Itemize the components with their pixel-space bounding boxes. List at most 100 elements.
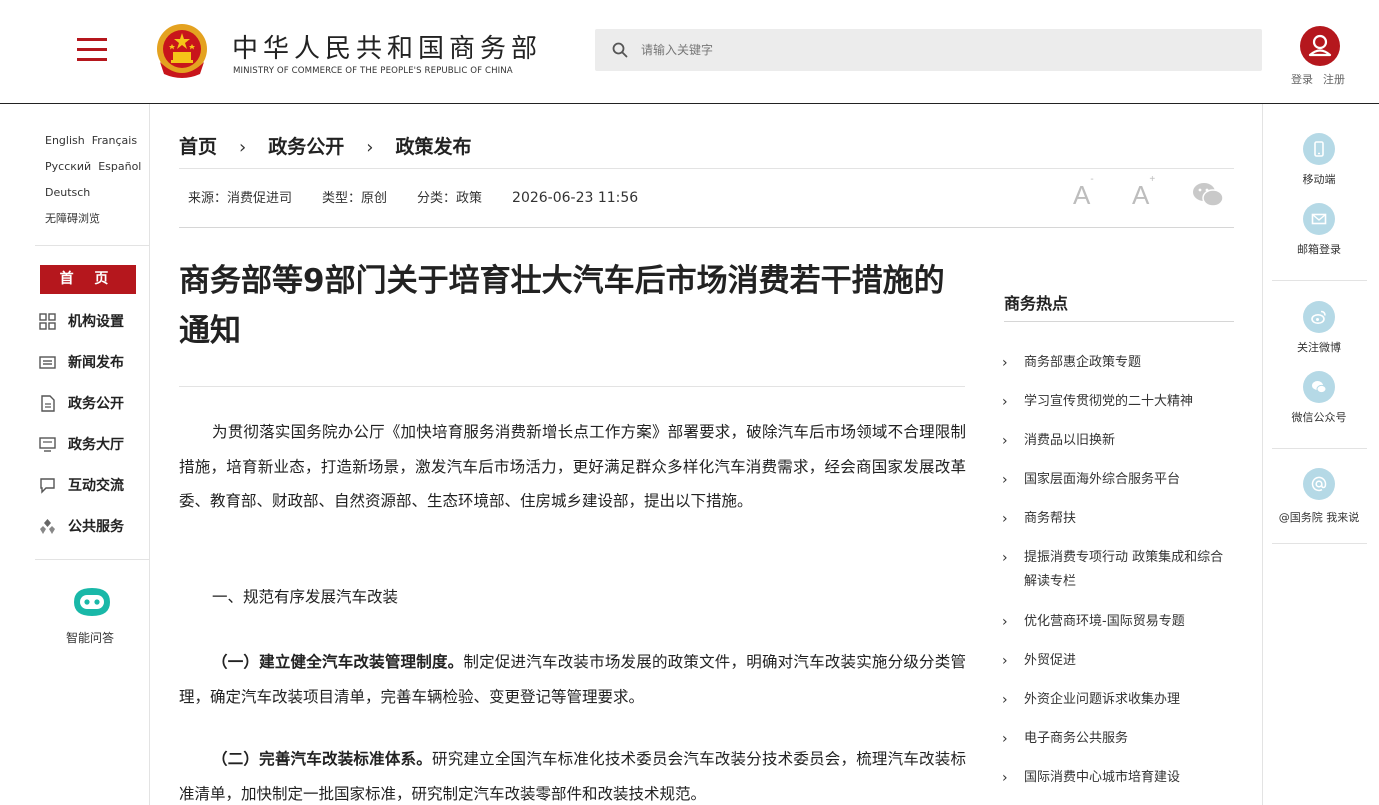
hot-item[interactable]: › 消费品以旧换新: [1002, 429, 1234, 453]
hot-item[interactable]: › 提振消费专项行动 政策集成和综合解读专栏: [1002, 546, 1234, 594]
sidebar-item-label: 新闻发布: [68, 355, 124, 371]
accessibility-link[interactable]: 无障碍浏览: [45, 212, 100, 225]
site-header: 中华人民共和国商务部 MINISTRY OF COMMERCE OF THE P…: [0, 0, 1379, 104]
divider: [179, 168, 1234, 169]
breadcrumb-policy-release[interactable]: 政策发布: [395, 136, 471, 158]
rail-divider: [1272, 543, 1367, 544]
hot-item[interactable]: › 国家层面海外综合服务平台: [1002, 468, 1234, 492]
menu-icon[interactable]: [77, 38, 107, 62]
mobile-label[interactable]: 移动端: [1269, 171, 1369, 187]
article-item-heading: （二）完善汽车改装标准体系。: [212, 750, 432, 768]
chevron-right-icon: ›: [1002, 511, 1008, 527]
language-links: English Français Русский Español Deutsch 无…: [45, 128, 141, 232]
search-input[interactable]: [641, 37, 1241, 63]
sidebar-item-government-affairs[interactable]: 政务公开: [39, 393, 124, 413]
robot-icon[interactable]: [70, 584, 114, 620]
meta-type: 类型：原创: [322, 191, 388, 206]
sidebar-item-label: 互动交流: [68, 478, 124, 494]
mail-label[interactable]: 邮箱登录: [1269, 241, 1369, 257]
chevron-right-icon: ›: [1002, 614, 1008, 630]
smart-qa-label[interactable]: 智能问答: [66, 629, 114, 646]
hot-item[interactable]: › 国际消费中心城市培育建设: [1002, 766, 1234, 790]
service-icon: [40, 518, 55, 534]
weibo-icon[interactable]: [1303, 301, 1335, 333]
meta-category: 分类：政策: [417, 191, 483, 206]
login-link[interactable]: 登录: [1291, 73, 1313, 86]
chevron-right-icon: ›: [366, 137, 374, 158]
article-section-heading: 一、规范有序发展汽车改装: [212, 588, 399, 606]
chevron-right-icon: ›: [1002, 433, 1008, 449]
chat-icon: [40, 477, 55, 494]
hot-item[interactable]: › 外贸促进: [1002, 649, 1234, 673]
sidebar-divider: [35, 245, 149, 246]
site-logo-subtitle: MINISTRY OF COMMERCE OF THE PEOPLE'S REP…: [233, 66, 513, 76]
sidebar-item-service-hall[interactable]: 政务大厅: [39, 434, 124, 454]
sidebar-item-label: 机构设置: [68, 314, 124, 330]
search-box: [595, 29, 1262, 71]
state-council-label[interactable]: @国务院 我来说: [1269, 509, 1369, 525]
sidebar-item-label: 公共服务: [68, 519, 124, 535]
breadcrumb: 首页 › 政务公开 › 政策发布: [179, 132, 471, 159]
hot-topics-title: 商务热点: [1004, 294, 1069, 313]
weibo-label[interactable]: 关注微博: [1269, 339, 1369, 355]
chevron-right-icon: ›: [1002, 355, 1008, 371]
sidebar-divider: [35, 559, 149, 560]
site-logo-title[interactable]: 中华人民共和国商务部: [232, 28, 542, 65]
hot-item[interactable]: › 外资企业问题诉求收集办理: [1002, 688, 1234, 712]
chevron-right-icon: ›: [1002, 394, 1008, 410]
hot-item[interactable]: › 商务帮扶: [1002, 507, 1234, 531]
breadcrumb-home[interactable]: 首页: [179, 136, 217, 158]
wechat-label[interactable]: 微信公众号: [1269, 409, 1369, 425]
lang-english[interactable]: English: [45, 134, 85, 147]
sidebar-item-news[interactable]: 新闻发布: [39, 352, 124, 372]
chevron-right-icon: ›: [239, 137, 247, 158]
news-icon: [39, 355, 56, 369]
font-decrease-icon[interactable]: A-: [1073, 174, 1094, 211]
document-icon: [41, 394, 55, 412]
article-paragraph: （二）完善汽车改装标准体系。研究建立全国汽车标准化技术委员会汽车改装分技术委员会…: [179, 742, 966, 805]
sidebar-home-button[interactable]: 首 页: [40, 265, 136, 294]
right-divider: [1262, 104, 1263, 805]
mobile-icon[interactable]: [1303, 133, 1335, 165]
divider: [1004, 321, 1234, 322]
sidebar-item-public-service[interactable]: 公共服务: [39, 516, 124, 536]
hot-item[interactable]: › 电子商务公共服务: [1002, 727, 1234, 751]
at-icon[interactable]: [1303, 468, 1335, 500]
lang-french[interactable]: Français: [92, 134, 137, 147]
article-paragraph: （一）建立健全汽车改装管理制度。制定促进汽车改装市场发展的政策文件，明确对汽车改…: [179, 645, 966, 714]
article-paragraph: 为贯彻落实国务院办公厅《加快培育服务消费新增长点工作方案》部署要求，破除汽车后市…: [179, 423, 966, 510]
chevron-right-icon: ›: [1002, 731, 1008, 747]
hot-item[interactable]: › 商务部惠企政策专题: [1002, 351, 1234, 375]
lang-spanish[interactable]: Español: [98, 160, 141, 173]
national-emblem-icon[interactable]: [152, 22, 212, 82]
chevron-right-icon: ›: [1002, 692, 1008, 708]
meta-source: 来源：消费促进司: [188, 191, 293, 206]
register-link[interactable]: 注册: [1323, 73, 1345, 86]
sidebar-item-organization[interactable]: 机构设置: [39, 311, 124, 331]
left-divider: [149, 104, 150, 805]
sidebar-item-interaction[interactable]: 互动交流: [39, 475, 124, 495]
font-increase-icon[interactable]: A+: [1132, 174, 1155, 211]
article-title: 商务部等9部门关于培育壮大汽车后市场消费若干措施的通知: [179, 263, 945, 349]
wechat-icon[interactable]: [1303, 371, 1335, 403]
breadcrumb-government-affairs[interactable]: 政务公开: [268, 136, 344, 158]
rail-divider: [1272, 280, 1367, 281]
article-meta: 来源：消费促进司 类型：原创 分类：政策 2026-06-23 11:56: [188, 187, 668, 206]
search-icon[interactable]: [612, 42, 628, 58]
lang-german[interactable]: Deutsch: [45, 186, 90, 199]
sidebar-item-label: 政务大厅: [68, 437, 124, 453]
user-icon[interactable]: [1300, 26, 1340, 66]
hot-item[interactable]: › 学习宣传贯彻党的二十大精神: [1002, 390, 1234, 414]
monitor-icon: [39, 436, 56, 452]
grid-icon: [39, 312, 56, 330]
divider: [179, 386, 965, 387]
lang-russian[interactable]: Русский: [45, 160, 91, 173]
mail-icon[interactable]: [1303, 203, 1335, 235]
chevron-right-icon: ›: [1002, 472, 1008, 488]
hot-item[interactable]: › 优化营商环境-国际贸易专题: [1002, 610, 1234, 634]
user-links: 登录 注册: [1291, 71, 1345, 87]
rail-divider: [1272, 448, 1367, 449]
chevron-right-icon: ›: [1002, 653, 1008, 669]
sidebar-item-label: 政务公开: [68, 396, 124, 412]
wechat-share-icon[interactable]: [1192, 181, 1224, 209]
